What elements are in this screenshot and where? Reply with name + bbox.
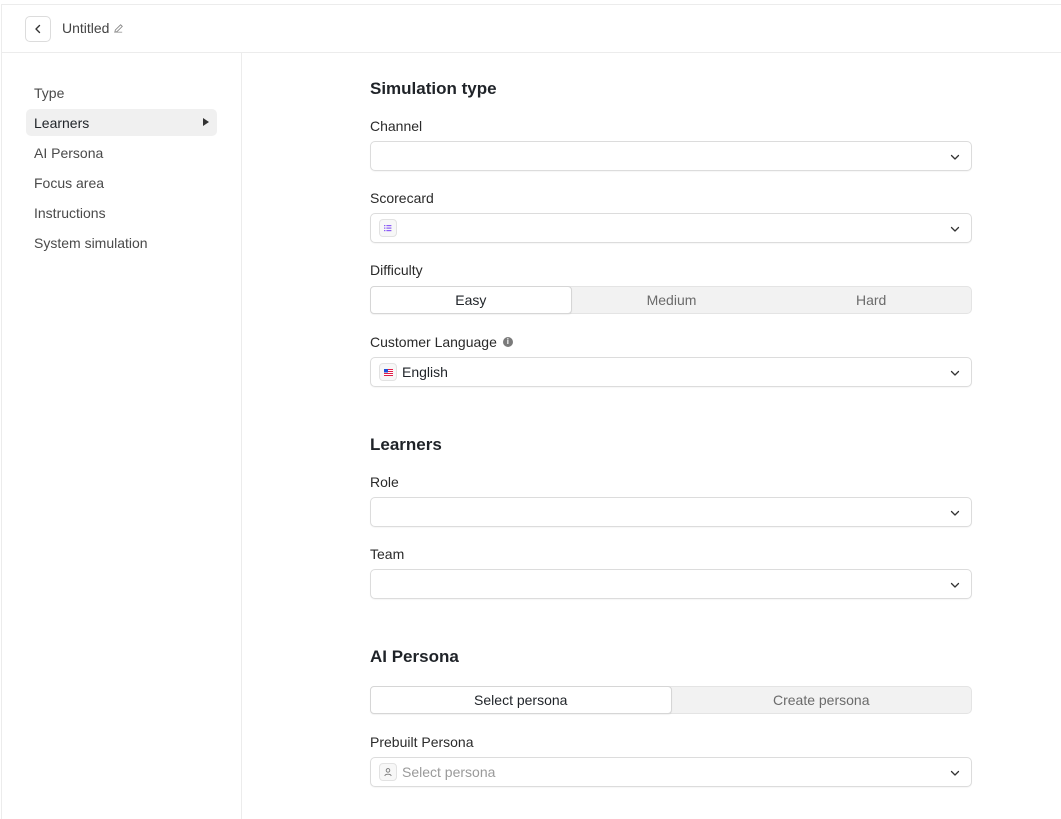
chevron-down-icon: [950, 370, 960, 376]
difficulty-segmented-control: Easy Medium Hard: [370, 286, 972, 314]
pencil-icon[interactable]: [113, 23, 124, 34]
customer-language-label: Customer Language: [370, 334, 497, 350]
customer-language-label-row: Customer Language i: [370, 334, 513, 350]
back-button[interactable]: [25, 16, 51, 42]
title-area[interactable]: Untitled: [62, 20, 124, 36]
sidebar-item-label: Learners: [34, 114, 90, 131]
app-frame: Untitled Type Learners AI Persona Focus …: [1, 4, 1061, 819]
sidebar-item-instructions[interactable]: Instructions: [26, 199, 217, 226]
sidebar-item-learners[interactable]: Learners: [26, 109, 217, 136]
team-select[interactable]: [370, 569, 972, 599]
sidebar-item-label: AI Persona: [34, 144, 104, 161]
prebuilt-persona-label: Prebuilt Persona: [370, 734, 474, 750]
prebuilt-persona-placeholder: Select persona: [402, 764, 496, 780]
chevron-down-icon: [950, 154, 960, 160]
difficulty-label: Difficulty: [370, 262, 423, 278]
section-title-learners: Learners: [370, 435, 442, 454]
user-icon: [379, 763, 397, 781]
chevron-down-icon: [950, 582, 960, 588]
difficulty-option-medium[interactable]: Medium: [572, 287, 772, 313]
sidebar-item-label: Type: [34, 84, 65, 101]
prebuilt-persona-select[interactable]: Select persona: [370, 757, 972, 787]
section-title-ai-persona: AI Persona: [370, 647, 459, 666]
list-icon: [379, 219, 397, 237]
sidebar-item-ai-persona[interactable]: AI Persona: [26, 139, 217, 166]
chevron-left-icon: [35, 24, 41, 34]
scorecard-select[interactable]: [370, 213, 972, 243]
difficulty-option-easy[interactable]: Easy: [370, 286, 572, 314]
us-flag-icon: [379, 363, 397, 381]
customer-language-value: English: [402, 364, 448, 380]
sidebar-item-type[interactable]: Type: [26, 79, 217, 106]
chevron-down-icon: [950, 226, 960, 232]
customer-language-select[interactable]: English: [370, 357, 972, 387]
chevron-down-icon: [950, 510, 960, 516]
sidebar-item-label: Focus area: [34, 174, 105, 191]
difficulty-option-hard[interactable]: Hard: [771, 287, 971, 313]
top-header: Untitled: [2, 5, 1061, 53]
channel-label: Channel: [370, 118, 423, 134]
sidebar-item-label: Instructions: [34, 204, 106, 221]
sidebar-item-focus-area[interactable]: Focus area: [26, 169, 217, 196]
tab-select-persona[interactable]: Select persona: [370, 686, 672, 714]
role-label: Role: [370, 474, 399, 490]
page-title[interactable]: Untitled: [62, 20, 109, 36]
info-icon[interactable]: i: [502, 337, 513, 347]
sidebar-item-label: System simulation: [34, 234, 148, 251]
caret-right-icon: [203, 118, 209, 126]
persona-mode-tabs: Select persona Create persona: [370, 686, 972, 714]
scorecard-label: Scorecard: [370, 190, 434, 206]
sidebar-item-system-simulation[interactable]: System simulation: [26, 229, 217, 256]
team-label: Team: [370, 546, 405, 562]
sidebar: Type Learners AI Persona Focus area Inst…: [2, 53, 242, 819]
tab-create-persona[interactable]: Create persona: [672, 687, 972, 713]
channel-select[interactable]: [370, 141, 972, 171]
section-title-simulation-type: Simulation type: [370, 79, 497, 98]
role-select[interactable]: [370, 497, 972, 527]
chevron-down-icon: [950, 770, 960, 776]
